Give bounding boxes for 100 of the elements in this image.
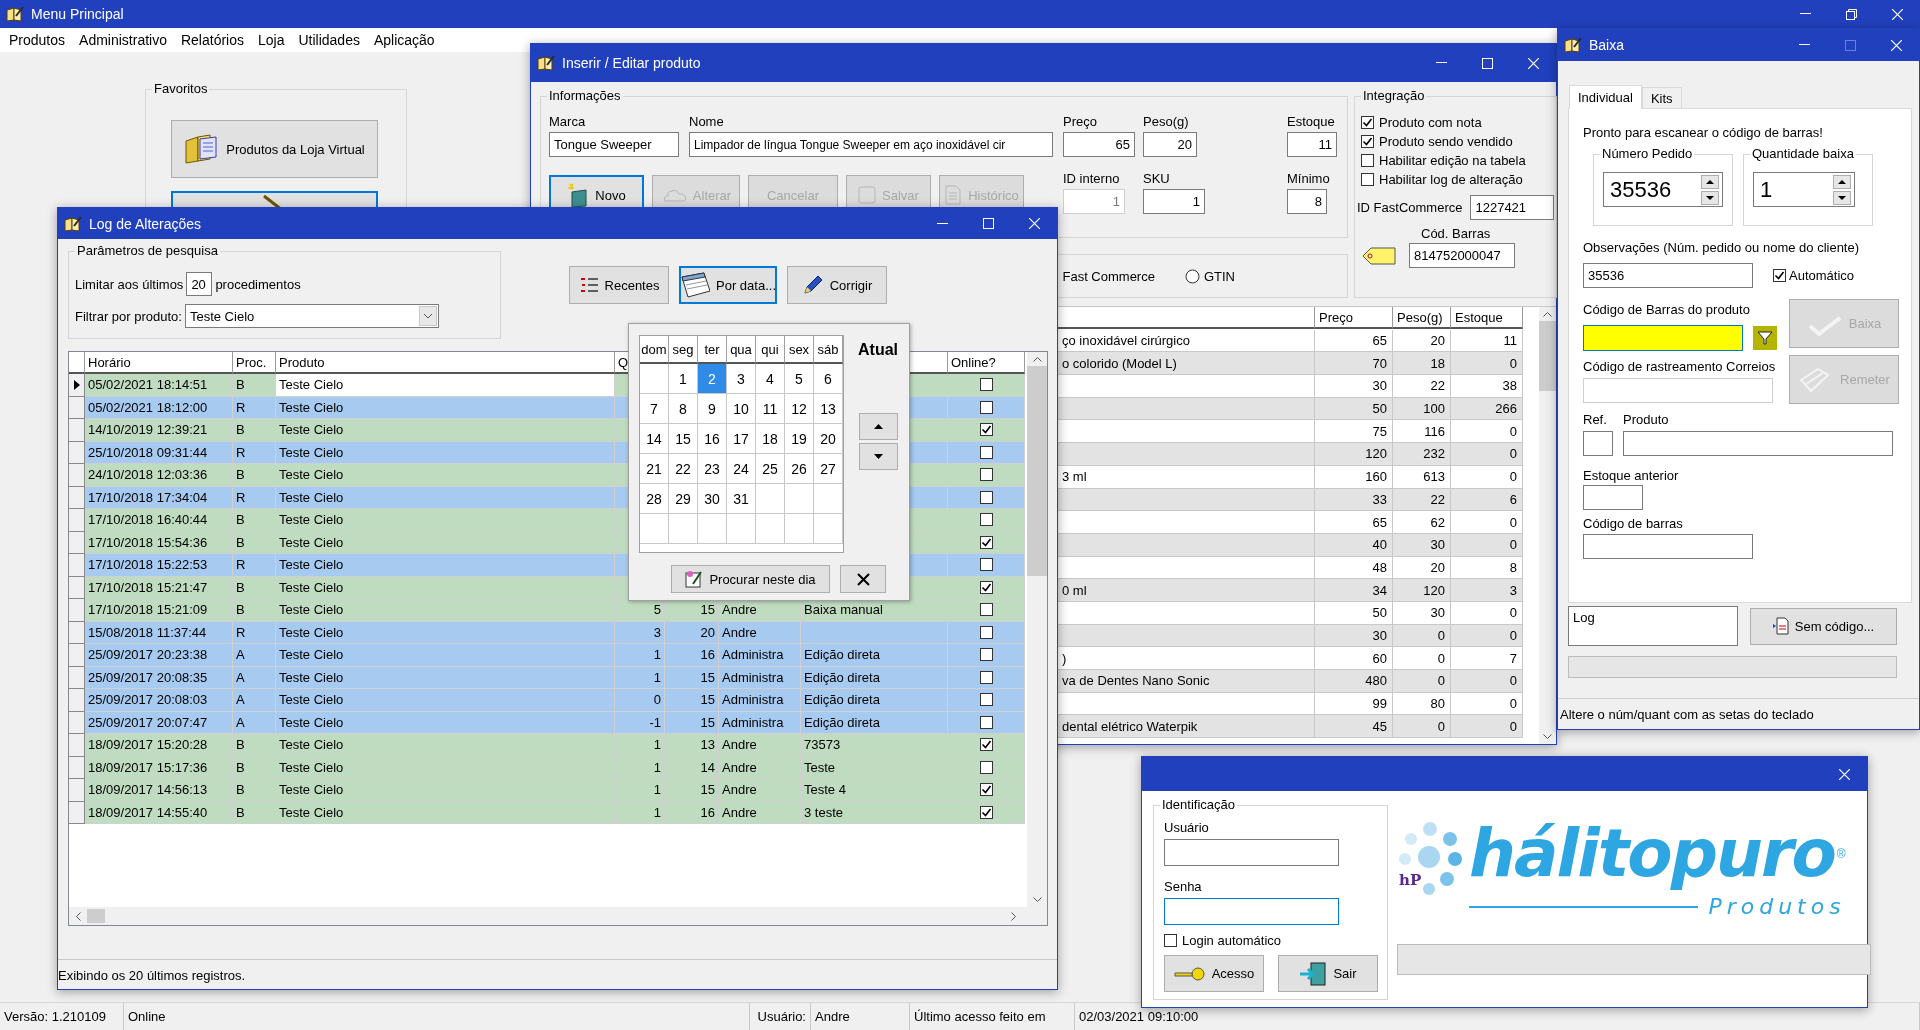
table-cell: 0 [1451, 533, 1523, 557]
table-cell: 13 [665, 734, 719, 757]
table-cell: B [233, 599, 276, 622]
search-button[interactable]: Corrigir [787, 266, 887, 304]
calendar-day[interactable]: 22 [669, 454, 698, 484]
table-cell: 30 [1315, 375, 1393, 398]
column-header[interactable]: Peso(g) [1393, 307, 1451, 329]
menu-item[interactable]: Produtos [2, 32, 73, 48]
table-cell: Andre [719, 599, 801, 622]
quantity-spinner[interactable]: 1 [1753, 172, 1855, 207]
calendar-day[interactable]: 15 [669, 424, 698, 454]
table-cell: 100 [1393, 397, 1451, 421]
calendar-day[interactable]: 14 [640, 424, 669, 454]
tab[interactable]: Kits [1641, 87, 1682, 109]
tab[interactable]: Individual [1569, 85, 1642, 109]
calendar-day[interactable]: 8 [669, 394, 698, 424]
search-button[interactable]: Por data... [679, 266, 777, 304]
menu-item[interactable]: Loja [251, 32, 292, 48]
sku-field[interactable]: 1 [1143, 189, 1205, 214]
calendar-day[interactable]: 7 [640, 394, 669, 424]
column-header[interactable]: Horário [85, 352, 233, 374]
window-title: Log de Alterações [89, 215, 202, 232]
field-label: Mínimo [1287, 171, 1327, 186]
login-button[interactable]: Sair [1278, 955, 1378, 992]
search-button[interactable]: Recentes [569, 266, 669, 304]
menu-item[interactable]: Aplicação [366, 32, 442, 48]
calendar-day[interactable]: 3 [727, 364, 756, 394]
calendar-day[interactable]: 28 [640, 484, 669, 514]
fastcommerce-id-field[interactable]: 1227421 [1470, 195, 1555, 220]
calendar-day[interactable]: 18 [756, 424, 785, 454]
calendar-day[interactable]: 4 [756, 364, 785, 394]
calendar-day[interactable]: 25 [756, 454, 785, 484]
calendar-day[interactable]: 29 [669, 484, 698, 514]
table-cell: 18 [1393, 352, 1451, 376]
calendar-day[interactable]: 12 [785, 394, 814, 424]
table-cell: 20 [1393, 556, 1451, 580]
brand-field[interactable]: Tongue Sweeper [549, 132, 679, 157]
calendar-day[interactable]: 26 [785, 454, 814, 484]
minimum-field[interactable]: 8 [1287, 189, 1327, 214]
field-label: Código de Barras do produto [1583, 302, 1751, 317]
calendar-day[interactable]: 23 [698, 454, 727, 484]
login-button[interactable]: Acesso [1164, 955, 1264, 992]
calendar-day[interactable]: 17 [727, 424, 756, 454]
table-cell: 16 [665, 644, 719, 667]
search-day-button[interactable]: Procurar neste dia [671, 565, 830, 593]
calendar-day[interactable]: 19 [785, 424, 814, 454]
field-label: Produto [1623, 412, 1670, 427]
menu-item[interactable]: Administrativo [72, 32, 174, 48]
field-label: Código de barras [1583, 516, 1684, 531]
group-caption: Identificação [1160, 797, 1237, 812]
limit-field[interactable]: 20 [186, 272, 213, 296]
table-cell: Teste Cielo [276, 621, 615, 644]
calendar-day[interactable]: 9 [698, 394, 727, 424]
calendar-day[interactable]: 11 [756, 394, 785, 424]
product-filter-dropdown[interactable]: Teste Cielo [184, 304, 439, 328]
calendar-day[interactable]: 21 [640, 454, 669, 484]
calendar-day[interactable]: 13 [814, 394, 843, 424]
calendar-day[interactable]: 31 [727, 484, 756, 514]
column-header[interactable]: Online? [948, 352, 1025, 374]
column-header[interactable]: Estoque [1451, 307, 1523, 329]
notes-field[interactable]: 35536 [1583, 263, 1753, 288]
order-number-spinner[interactable]: 35536 [1603, 172, 1723, 207]
calendar-day[interactable]: 2 [698, 364, 727, 394]
menu-item[interactable]: Utilidades [291, 32, 367, 48]
calendar-day[interactable]: 20 [814, 424, 843, 454]
table-cell: B [233, 756, 276, 779]
table-cell: va de Dentes Nano Sonic [1057, 670, 1315, 693]
field-label: Observações (Núm. pedido ou nome do cliente) [1583, 240, 1861, 255]
calendar-day[interactable]: 6 [814, 364, 843, 394]
status-text: Andre [811, 1003, 910, 1030]
column-header[interactable]: Proc. [233, 352, 276, 374]
table-cell: 120 [1393, 579, 1451, 602]
table-cell: Administra [719, 689, 801, 712]
calendar-day[interactable]: 5 [785, 364, 814, 394]
favorite-button[interactable]: Produtos da Loja Virtual [171, 120, 378, 178]
calendar-day[interactable]: 16 [698, 424, 727, 454]
calendar-day[interactable]: 30 [698, 484, 727, 514]
column-header[interactable]: Produto [276, 352, 615, 374]
table-cell: 62 [1393, 511, 1451, 534]
price-field[interactable]: 65 [1063, 132, 1135, 157]
table-cell: Administra [719, 711, 801, 734]
calendar-day[interactable]: 27 [814, 454, 843, 484]
weight-field[interactable]: 20 [1143, 132, 1197, 157]
menu-item[interactable]: Relatórios [173, 32, 251, 48]
sem-codigo-button[interactable]: Sem código... [1750, 607, 1897, 645]
column-header[interactable]: Preço [1315, 307, 1393, 329]
field-label: SKU [1143, 171, 1171, 186]
table-cell: 14/10/2019 12:39:21 [85, 419, 233, 442]
table-cell: 15 [665, 689, 719, 712]
table-cell: 48 [1315, 556, 1393, 580]
calendar-day[interactable]: 10 [727, 394, 756, 424]
barcode-field[interactable]: 814752000047 [1409, 243, 1515, 268]
table-cell: 6 [1451, 488, 1523, 512]
table-cell: 34 [1315, 579, 1393, 602]
stock-field[interactable]: 11 [1287, 132, 1337, 157]
log-field[interactable]: Log [1568, 606, 1738, 646]
calendar-day[interactable]: 24 [727, 454, 756, 484]
name-field[interactable]: Limpador de língua Tongue Sweeper em aço inoxidável cir [689, 132, 1053, 157]
group-caption: Integração [1361, 88, 1427, 103]
calendar-day[interactable]: 1 [669, 364, 698, 394]
